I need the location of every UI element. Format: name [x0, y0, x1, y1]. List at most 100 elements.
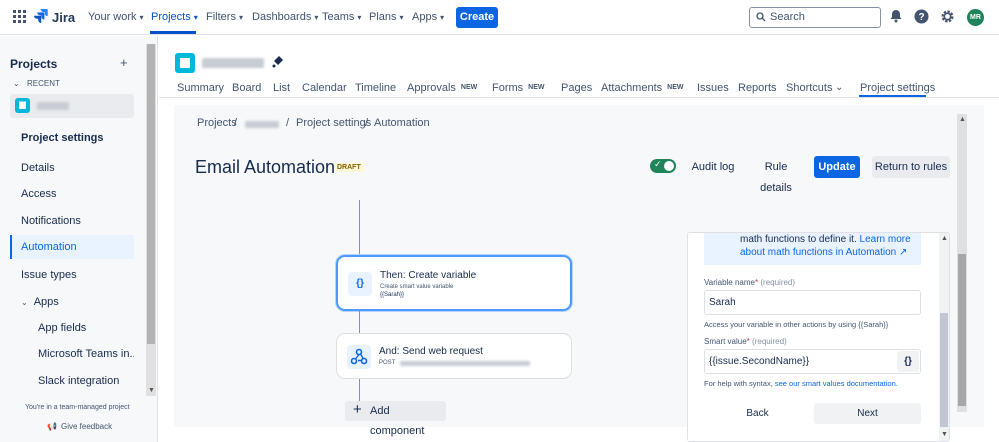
tabs-divider: [159, 97, 999, 98]
flow-connector: [359, 379, 360, 401]
tab-calendar[interactable]: Calendar: [302, 82, 347, 94]
notifications-icon[interactable]: [889, 9, 905, 25]
component-subtitle: Create smart value variable: [380, 284, 454, 290]
breadcrumb-project-redacted[interactable]: [245, 121, 279, 128]
nav-plans[interactable]: Plans ▾: [369, 11, 404, 23]
scroll-up-arrow-icon[interactable]: ▲: [941, 235, 948, 242]
breadcrumb-separator: /: [365, 117, 369, 129]
sidebar-item-apps[interactable]: ⌄ Apps: [10, 290, 134, 314]
tab-summary[interactable]: Summary: [177, 82, 224, 94]
scroll-down-arrow-icon[interactable]: ▼: [148, 387, 155, 394]
flow-connector: [359, 311, 360, 333]
panel-scrollbar[interactable]: ▲ ▼: [939, 233, 949, 441]
chevron-down-icon: ▾: [193, 13, 198, 22]
smart-value-help: For help with syntax, see our smart valu…: [704, 379, 898, 388]
sidebar-item-details[interactable]: Details: [10, 156, 134, 180]
collapse-chevron-icon[interactable]: ⌄: [13, 79, 20, 88]
back-button[interactable]: Back: [704, 403, 811, 424]
megaphone-icon: 📢: [47, 422, 57, 431]
main-content: Summary Board List Calendar Timeline App…: [159, 36, 999, 442]
project-avatar-icon: [15, 98, 30, 113]
create-button[interactable]: Create: [456, 7, 498, 28]
svg-text:?: ?: [918, 12, 924, 23]
chevron-down-icon: ▾: [399, 13, 404, 22]
next-button[interactable]: Next: [814, 403, 921, 424]
rule-title: Email Automation: [195, 157, 336, 177]
component-title: Then: Create variable: [380, 270, 477, 281]
search-field[interactable]: [749, 7, 881, 28]
new-badge: NEW: [528, 84, 545, 91]
tab-approvals[interactable]: Approvals NEW: [407, 82, 477, 94]
tab-attachments[interactable]: Attachments NEW: [601, 82, 683, 94]
sidebar-title: Projects: [10, 57, 58, 71]
tab-issues[interactable]: Issues: [697, 82, 729, 94]
label-text: Smart value: [704, 337, 747, 346]
settings-icon[interactable]: [940, 9, 956, 25]
sidebar-item-issue-types[interactable]: Issue types: [10, 263, 134, 287]
flow-connector: [359, 200, 360, 255]
nav-teams[interactable]: Teams ▾: [322, 11, 361, 23]
variable-name-label: Variable name* (required): [704, 278, 795, 287]
nav-apps[interactable]: Apps ▾: [412, 11, 444, 23]
update-button[interactable]: Update: [814, 156, 860, 178]
shortcuts-chevron-icon[interactable]: ⌄: [835, 82, 843, 93]
recent-project-item[interactable]: [10, 94, 134, 118]
tab-board[interactable]: Board: [232, 82, 261, 94]
help-icon[interactable]: ?: [914, 9, 930, 25]
nav-filters[interactable]: Filters ▾: [206, 11, 243, 23]
user-avatar[interactable]: MR: [967, 9, 984, 26]
smart-value-input[interactable]: [704, 349, 921, 374]
tab-reports[interactable]: Reports: [738, 82, 777, 94]
nav-your-work[interactable]: Your work ▾: [88, 11, 144, 23]
tab-timeline[interactable]: Timeline: [355, 82, 396, 94]
smart-value-braces-icon[interactable]: {}: [897, 351, 919, 372]
tab-pages[interactable]: Pages: [561, 82, 592, 94]
tab-label: Forms: [492, 82, 524, 94]
sidebar-item-slack-integration[interactable]: Slack integration: [10, 369, 134, 393]
content-scrollbar-thumb[interactable]: [958, 254, 966, 406]
product-name[interactable]: Jira: [52, 10, 75, 25]
component-card-send-web-request[interactable]: And: Send web request POST: [336, 333, 572, 379]
add-component-button[interactable]: + Add component: [345, 401, 446, 437]
panel-scrollbar-thumb[interactable]: [940, 313, 948, 427]
new-badge: NEW: [460, 84, 478, 91]
nav-label: Filters: [206, 11, 236, 23]
rule-details-button[interactable]: Rule details: [748, 157, 804, 194]
tab-list[interactable]: List: [273, 82, 290, 94]
sidebar-item-notifications[interactable]: Notifications: [10, 209, 134, 233]
audit-log-button[interactable]: Audit log: [688, 157, 738, 178]
project-name-redacted: [37, 102, 69, 110]
breadcrumb-separator: /: [234, 117, 238, 129]
rule-enabled-toggle[interactable]: ✓: [650, 159, 676, 173]
breadcrumb-project-settings[interactable]: Project settings: [296, 117, 371, 129]
return-to-rules-button[interactable]: Return to rules: [872, 156, 950, 178]
search-input[interactable]: [770, 11, 876, 23]
component-card-create-variable[interactable]: {} Then: Create variable Create smart va…: [336, 255, 572, 311]
smart-values-docs-link[interactable]: see our smart values documentation.: [775, 379, 898, 388]
tab-project-settings[interactable]: Project settings: [860, 82, 935, 94]
sidebar-scrollbar-thumb[interactable]: [147, 44, 155, 344]
jira-logo-icon[interactable]: [34, 9, 48, 27]
variable-name-input[interactable]: [704, 290, 921, 315]
scroll-up-arrow-icon[interactable]: ▲: [959, 116, 966, 123]
scroll-down-arrow-icon[interactable]: ▼: [941, 431, 948, 438]
breadcrumb-projects[interactable]: Projects: [197, 117, 237, 129]
sidebar-item-access[interactable]: Access: [10, 182, 134, 206]
app-switcher-icon[interactable]: [13, 10, 26, 26]
automation-rule-editor: Projects / / Project settings / Automati…: [174, 105, 984, 442]
content-scrollbar[interactable]: ▲: [957, 114, 967, 412]
sidebar-item-microsoft-teams[interactable]: Microsoft Teams in...: [10, 342, 134, 366]
nav-projects[interactable]: Projects ▾: [151, 11, 198, 23]
webhook-icon: [347, 345, 371, 369]
tab-forms[interactable]: Forms NEW: [492, 82, 545, 94]
sidebar-item-app-fields[interactable]: App fields: [10, 316, 134, 340]
sidebar-item-automation[interactable]: Automation: [10, 235, 134, 259]
nav-dashboards[interactable]: Dashboards ▾: [252, 11, 318, 23]
project-settings-brush-icon[interactable]: [272, 55, 284, 71]
label-text: Variable name: [704, 278, 755, 287]
give-feedback-link[interactable]: 📢 Give feedback: [47, 422, 112, 431]
tab-shortcuts[interactable]: Shortcuts: [786, 82, 832, 94]
variable-help-text: Access your variable in other actions by…: [704, 320, 889, 329]
add-project-icon[interactable]: +: [120, 55, 128, 70]
sidebar-scrollbar[interactable]: ▼: [146, 44, 156, 396]
